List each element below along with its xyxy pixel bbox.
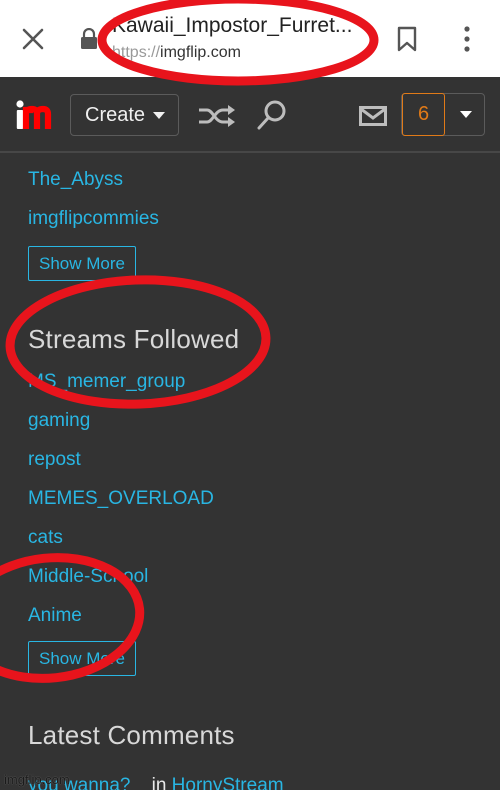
create-button[interactable]: Create (70, 94, 179, 136)
more-vert-icon[interactable] (457, 25, 477, 53)
url-host: imgflip.com (160, 44, 241, 61)
create-label: Create (85, 103, 146, 126)
bookmark-icon[interactable] (396, 26, 418, 52)
shuffle-icon[interactable] (197, 104, 237, 128)
comment-in-label: in (151, 775, 167, 790)
notification-count-button[interactable]: 6 (402, 93, 445, 136)
imgflip-logo[interactable] (15, 99, 55, 131)
search-icon[interactable] (256, 99, 288, 131)
latest-comments-heading: Latest Comments (28, 720, 235, 750)
mail-icon[interactable] (359, 106, 387, 126)
stream-link[interactable]: MS_memer_group (28, 371, 185, 393)
show-more-streams-button[interactable]: Show More (28, 641, 136, 676)
site-navbar: Create 6 (0, 77, 500, 153)
stream-link[interactable]: Anime (28, 605, 82, 627)
watermark: imgflip.com (4, 772, 70, 787)
group-link[interactable]: imgflipcommies (28, 208, 159, 230)
group-link[interactable]: The_Abyss (28, 169, 123, 191)
stream-link[interactable]: gaming (28, 410, 90, 432)
page-url[interactable]: https://imgflip.com (112, 44, 241, 62)
stream-link[interactable]: MEMES_OVERLOAD (28, 488, 214, 510)
close-icon[interactable] (20, 26, 46, 52)
lock-icon[interactable] (80, 28, 98, 50)
stream-link[interactable]: cats (28, 527, 63, 549)
notifications-group: 6 (401, 93, 485, 136)
show-more-groups-button[interactable]: Show More (28, 246, 136, 281)
caret-down-icon (153, 111, 166, 119)
streams-followed-heading: Streams Followed (28, 324, 240, 354)
browser-toolbar: Kawaii_Impostor_Furret... https://imgfli… (0, 0, 500, 77)
stream-link[interactable]: repost (28, 449, 81, 471)
user-menu-dropdown[interactable] (445, 94, 485, 135)
stream-link[interactable]: Middle-School (28, 566, 148, 588)
caret-down-icon (460, 111, 472, 118)
page-title[interactable]: Kawaii_Impostor_Furret... (112, 14, 352, 38)
comment-stream-link[interactable]: HornyStream (172, 775, 284, 790)
url-scheme: https:// (112, 44, 161, 61)
